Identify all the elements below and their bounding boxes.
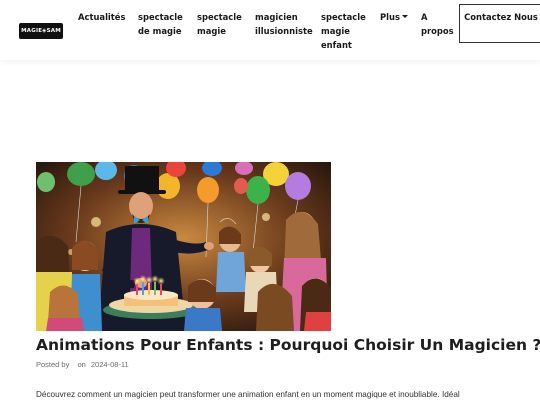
- nav-item-label: spectacle magie: [197, 12, 242, 36]
- nav-item-label: spectacle magie enfant: [321, 12, 366, 50]
- contact-button-label: Contactez Nous: [464, 12, 538, 22]
- meta-prefix: Posted by: [36, 360, 70, 369]
- nav-item-spectacle-magie[interactable]: spectacle magie: [197, 10, 245, 38]
- nav-item-magicien-illusionniste[interactable]: magicien illusionniste: [255, 10, 313, 38]
- post-featured-image[interactable]: [36, 162, 331, 331]
- chevron-down-icon: [401, 15, 408, 18]
- site-header: MAGIE◈SAM Actualités spectacle de magie …: [0, 0, 540, 60]
- nav-item-label: magicien illusionniste: [255, 12, 313, 36]
- nav-item-label: Plus: [380, 12, 400, 22]
- nav-item-actualites[interactable]: Actualités: [78, 10, 134, 24]
- nav-item-a-propos[interactable]: A propos: [421, 10, 454, 38]
- nav-item-plus-dropdown[interactable]: Plus: [380, 10, 408, 24]
- nav-item-label: spectacle de magie: [138, 12, 183, 36]
- meta-on: on: [77, 360, 86, 369]
- post-title[interactable]: Animations Pour Enfants : Pourquoi Chois…: [36, 335, 540, 355]
- nav-item-spectacle-magie-enfant[interactable]: spectacle magie enfant: [321, 10, 369, 52]
- logo-text: MAGIE◈SAM: [21, 28, 61, 34]
- nav-item-spectacle-de-magie[interactable]: spectacle de magie: [138, 10, 188, 38]
- post-excerpt: Découvrez comment un magicien peut trans…: [36, 390, 460, 399]
- post-date: 2024-08-11: [90, 360, 129, 369]
- contact-button[interactable]: Contactez Nous: [459, 4, 540, 43]
- site-logo[interactable]: MAGIE◈SAM: [19, 23, 63, 39]
- post-meta: Posted by on 2024-08-11: [36, 360, 132, 369]
- nav-item-label: Actualités: [78, 12, 126, 22]
- nav-item-label: A propos: [421, 12, 454, 36]
